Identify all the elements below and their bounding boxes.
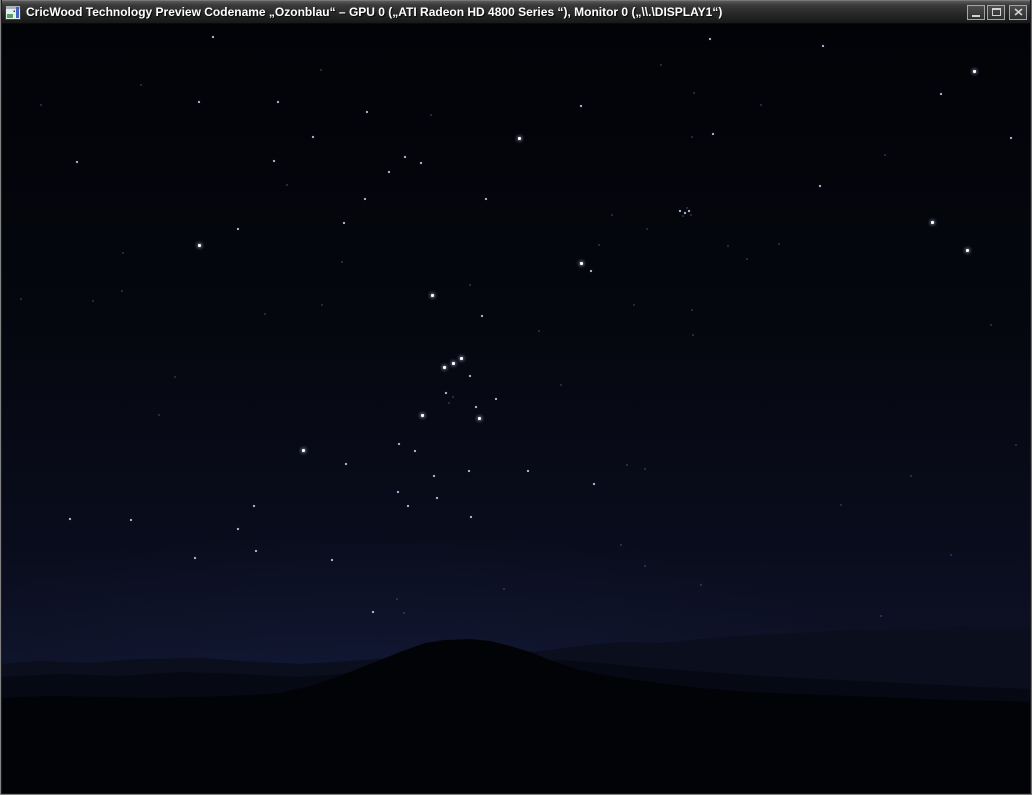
maximize-button[interactable] <box>987 4 1005 20</box>
application-icon[interactable] <box>5 4 21 20</box>
window-title: CricWood Technology Preview Codename „Oz… <box>26 5 723 19</box>
terrain-silhouette <box>0 626 1032 795</box>
title-bar[interactable]: CricWood Technology Preview Codename „Oz… <box>0 0 1032 24</box>
minimize-icon <box>972 14 980 17</box>
minimize-button[interactable] <box>967 4 985 20</box>
app-window: CricWood Technology Preview Codename „Oz… <box>0 0 1032 795</box>
maximize-icon <box>991 8 1001 16</box>
render-viewport[interactable] <box>0 24 1032 795</box>
close-icon <box>1013 8 1023 16</box>
window-controls <box>965 4 1029 20</box>
close-button[interactable] <box>1009 4 1027 20</box>
